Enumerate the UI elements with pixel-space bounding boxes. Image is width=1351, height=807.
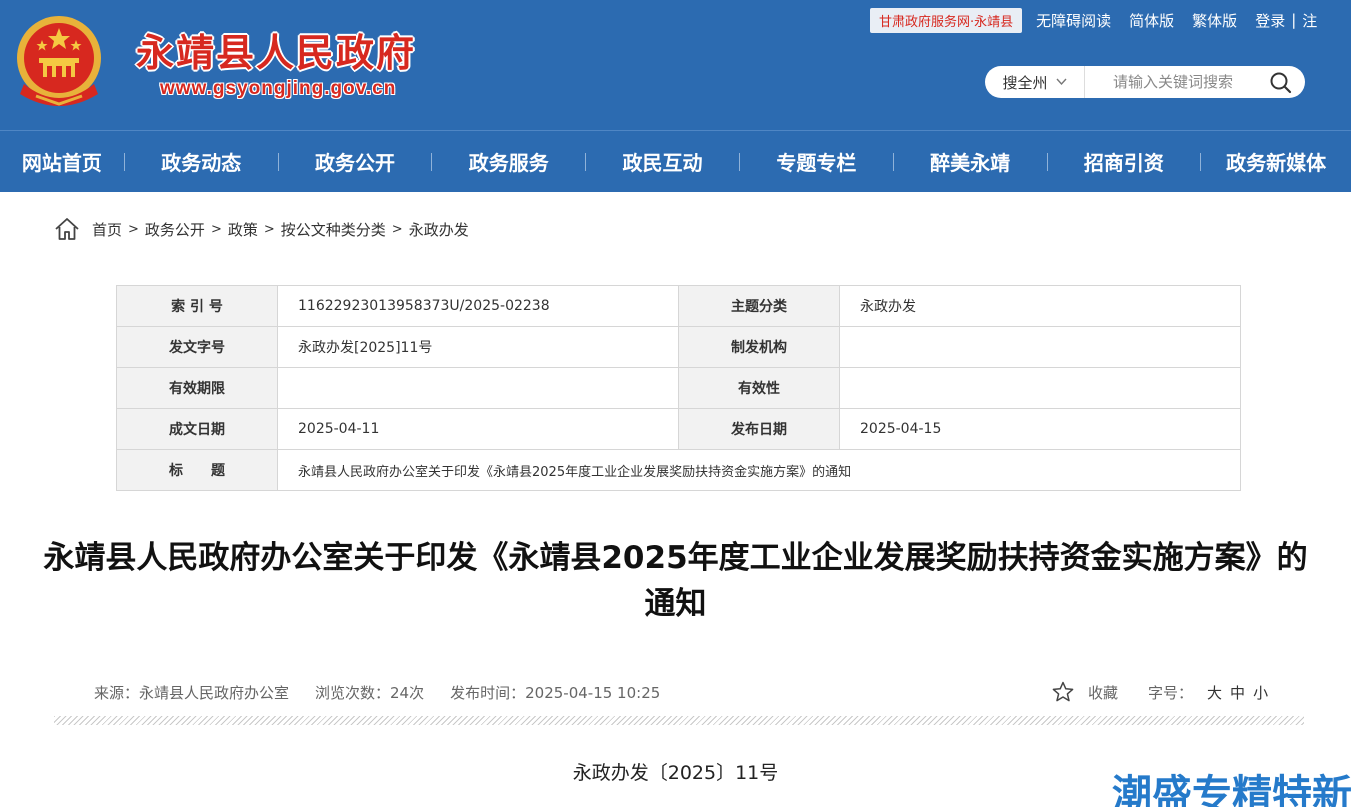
register-link[interactable]: 注 — [1302, 10, 1317, 31]
breadcrumb-separator: > — [128, 221, 139, 237]
home-icon[interactable] — [54, 217, 80, 241]
created-date-value: 2025-04-11 — [277, 408, 679, 450]
site-header: 永靖县人民政府 www.gsyongjing.gov.cn 甘肃政府服务网·永靖… — [0, 0, 1351, 130]
valid-period-value — [277, 367, 679, 409]
article-publish-time: 发布时间：2025-04-15 10:25 — [450, 683, 661, 702]
top-links: 甘肃政府服务网·永靖县 无障碍阅读 简体版 繁体版 登录 | 注 — [870, 7, 1317, 33]
national-emblem-icon[interactable] — [14, 14, 104, 110]
article-views: 浏览次数：24次 — [315, 683, 425, 702]
table-row: 标 题 永靖县人民政府办公室关于印发《永靖县2025年度工业企业发展奖励扶持资金… — [116, 449, 1241, 491]
nav-item-new-media[interactable]: 政务新媒体 — [1201, 131, 1351, 193]
valid-period-label: 有效期限 — [116, 367, 278, 409]
validity-value — [839, 367, 1241, 409]
favorite-button[interactable]: 收藏 — [1088, 682, 1118, 703]
chevron-down-icon — [1055, 76, 1067, 89]
breadcrumb-home[interactable]: 首页 — [92, 219, 122, 240]
published-date-label: 发布日期 — [678, 408, 840, 450]
breadcrumb-separator: > — [391, 221, 403, 237]
title-value: 永靖县人民政府办公室关于印发《永靖县2025年度工业企业发展奖励扶持资金实施方案… — [277, 449, 1241, 491]
topic-label: 主题分类 — [678, 285, 840, 327]
nav-item-scenery[interactable]: 醉美永靖 — [894, 131, 1047, 193]
title-label: 标 题 — [116, 449, 278, 491]
font-size-small-button[interactable]: 小 — [1253, 682, 1268, 703]
document-info-table: 索 引 号 11622923013958373U/2025-02238 主题分类… — [116, 285, 1241, 491]
login-link[interactable]: 登录 — [1255, 10, 1285, 31]
nav-item-news[interactable]: 政务动态 — [125, 131, 278, 193]
breadcrumb: 首页 > 政务公开 > 政策 > 按公文种类分类 > 永政办发 — [54, 216, 469, 242]
article-tools: 收藏 字号： 大 中 小 — [1052, 680, 1268, 704]
doc-number-value: 永政办发[2025]11号 — [277, 326, 679, 368]
table-row: 发文字号 永政办发[2025]11号 制发机构 — [116, 326, 1241, 368]
article-source: 来源：永靖县人民政府办公室 — [94, 683, 290, 702]
link-separator: | — [1291, 11, 1297, 29]
nav-item-investment[interactable]: 招商引资 — [1048, 131, 1201, 193]
nav-item-topics[interactable]: 专题专栏 — [740, 131, 893, 193]
topic-value: 永政办发 — [839, 285, 1241, 327]
watermark: 潮盛专精特新 — [1112, 772, 1351, 807]
breadcrumb-separator: > — [263, 221, 275, 237]
star-icon[interactable] — [1052, 681, 1074, 703]
issuer-label: 制发机构 — [678, 326, 840, 368]
breadcrumb-doc-type[interactable]: 按公文种类分类 — [281, 219, 386, 240]
breadcrumb-separator: > — [210, 221, 222, 237]
search-scope-label: 搜全州 — [1002, 73, 1048, 92]
portal-link[interactable]: 甘肃政府服务网·永靖县 — [870, 7, 1023, 33]
search-scope-select[interactable]: 搜全州 — [985, 66, 1085, 98]
breadcrumb-open-gov[interactable]: 政务公开 — [145, 219, 205, 240]
article-title: 永靖县人民政府办公室关于印发《永靖县2025年度工业企业发展奖励扶持资金实施方案… — [43, 540, 1308, 622]
main-nav: 网站首页 政务动态 政务公开 政务服务 政民互动 专题专栏 醉美永靖 招商引资 … — [0, 130, 1351, 192]
index-number-value: 11622923013958373U/2025-02238 — [277, 285, 679, 327]
font-size-label: 字号： — [1148, 683, 1194, 702]
search-icon[interactable] — [1269, 71, 1293, 95]
search-input[interactable] — [1085, 67, 1255, 97]
breadcrumb-current[interactable]: 永政办发 — [409, 219, 469, 240]
hatched-divider — [54, 716, 1304, 725]
created-date-label: 成文日期 — [116, 408, 278, 450]
article-meta: 来源：永靖县人民政府办公室 浏览次数：24次 发布时间：2025-04-15 1… — [94, 680, 686, 704]
search-box: 搜全州 — [985, 66, 1305, 98]
accessibility-link[interactable]: 无障碍阅读 — [1036, 10, 1111, 31]
simplified-chinese-link[interactable]: 简体版 — [1129, 10, 1174, 31]
breadcrumb-policy[interactable]: 政策 — [228, 219, 258, 240]
traditional-chinese-link[interactable]: 繁体版 — [1192, 10, 1237, 31]
nav-item-services[interactable]: 政务服务 — [432, 131, 585, 193]
site-name[interactable]: 永靖县人民政府 — [136, 22, 416, 77]
font-size-large-button[interactable]: 大 — [1207, 682, 1222, 703]
published-date-value: 2025-04-15 — [839, 408, 1241, 450]
table-row: 成文日期 2025-04-11 发布日期 2025-04-15 — [116, 408, 1241, 450]
table-row: 有效期限 有效性 — [116, 367, 1241, 409]
validity-label: 有效性 — [678, 367, 840, 409]
site-url[interactable]: www.gsyongjing.gov.cn — [160, 78, 396, 100]
nav-item-open-gov[interactable]: 政务公开 — [279, 131, 432, 193]
font-size-medium-button[interactable]: 中 — [1230, 682, 1245, 703]
index-number-label: 索 引 号 — [116, 285, 278, 327]
doc-number-label: 发文字号 — [116, 326, 278, 368]
table-row: 索 引 号 11622923013958373U/2025-02238 主题分类… — [116, 285, 1241, 327]
nav-item-home[interactable]: 网站首页 — [0, 131, 124, 193]
nav-item-interaction[interactable]: 政民互动 — [586, 131, 739, 193]
issuer-value — [839, 326, 1241, 368]
